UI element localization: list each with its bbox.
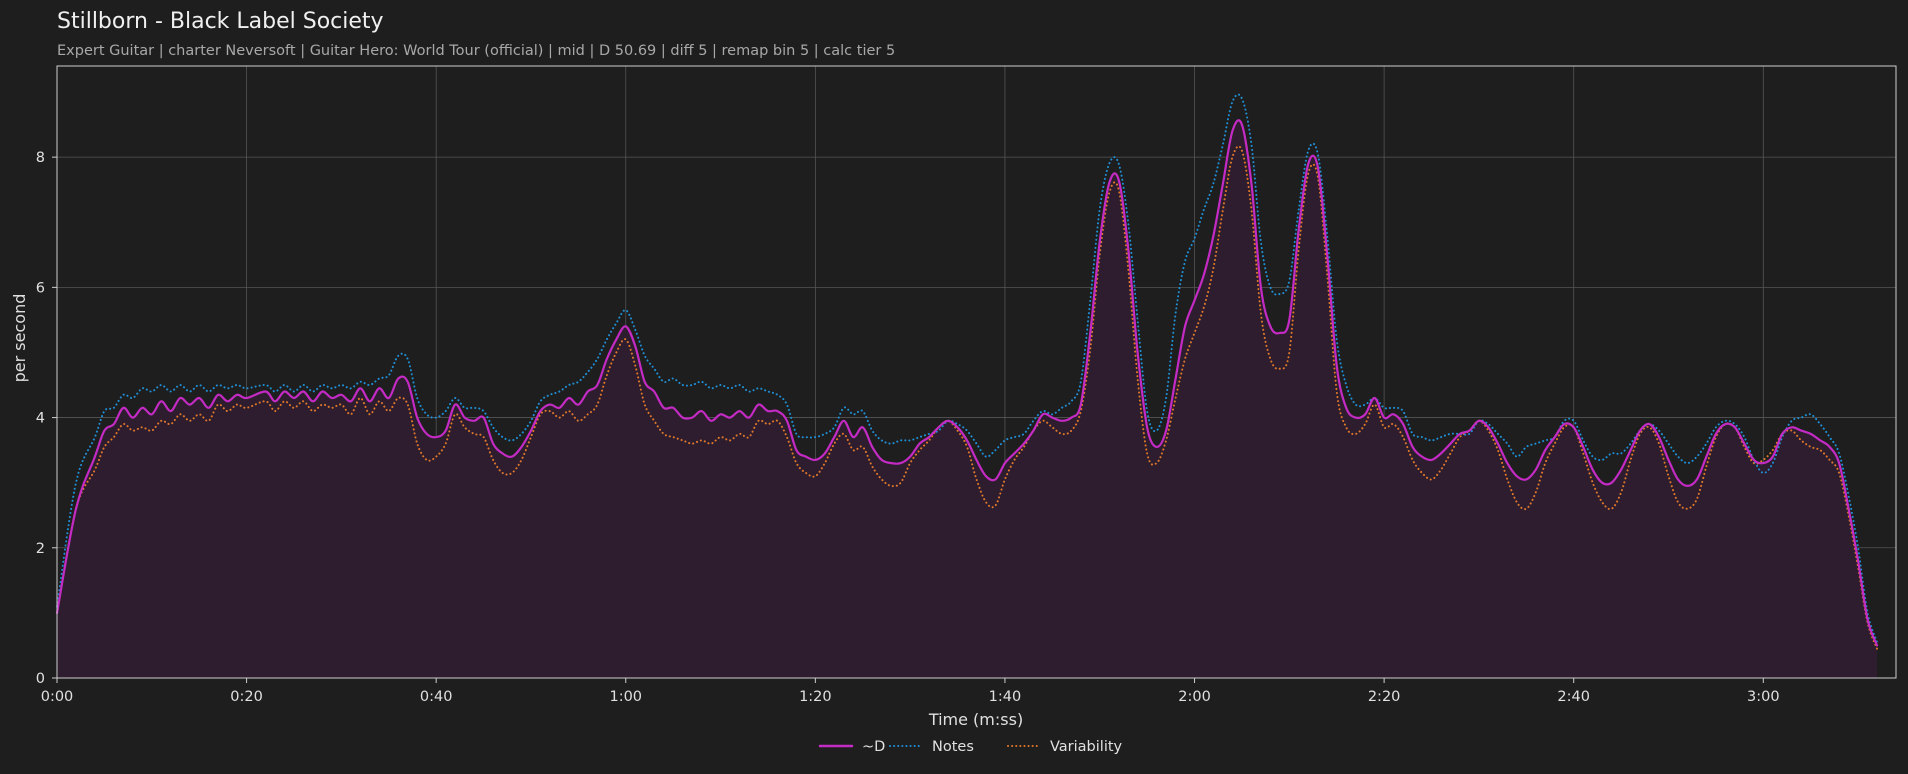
x-tick-label: 1:40	[989, 689, 1022, 705]
x-tick-label: 1:20	[799, 689, 832, 705]
chart-title: Stillborn - Black Label Society	[57, 9, 384, 34]
legend-label-1: Notes	[932, 739, 974, 755]
chart-figure: Stillborn - Black Label Society Expert G…	[0, 0, 1908, 774]
y-tick-label: 6	[36, 280, 45, 296]
y-tick-label: 2	[36, 541, 45, 557]
legend: ~D Notes Variability	[818, 739, 1123, 755]
y-tick-label: 0	[36, 671, 45, 687]
x-tick-label: 2:00	[1178, 689, 1211, 705]
legend-label-2: Variability	[1050, 739, 1123, 755]
x-tick-label: 2:20	[1368, 689, 1401, 705]
legend-label-0: ~D	[862, 739, 885, 755]
y-tick-label: 8	[36, 150, 45, 166]
y-axis-label: per second	[10, 294, 29, 383]
x-tick-label: 0:00	[41, 689, 74, 705]
x-axis-label: Time (m:ss)	[928, 710, 1023, 729]
x-tick-label: 1:00	[609, 689, 642, 705]
x-tick-label: 2:40	[1557, 689, 1590, 705]
x-tick-label: 0:20	[230, 689, 263, 705]
chart-subtitle: Expert Guitar | charter Neversoft | Guit…	[57, 43, 895, 59]
x-tick-label: 3:00	[1747, 689, 1780, 705]
plot-area	[55, 65, 1897, 679]
y-tick-label: 4	[36, 411, 45, 427]
x-tick-label: 0:40	[420, 689, 453, 705]
